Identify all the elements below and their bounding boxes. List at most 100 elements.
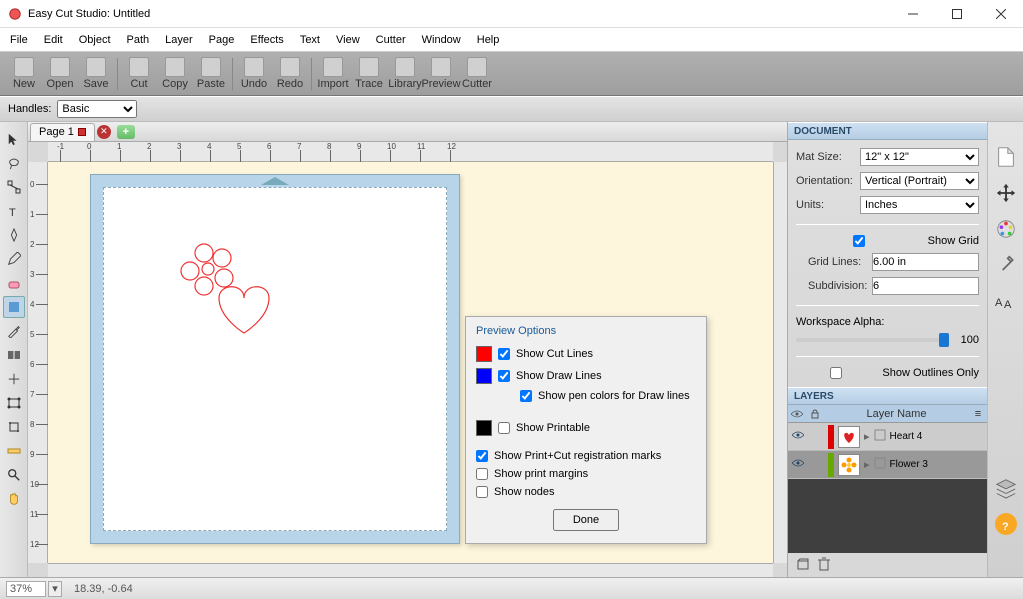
menu-page[interactable]: Page: [201, 28, 243, 51]
show-draw-lines-checkbox[interactable]: [498, 370, 510, 382]
menu-object[interactable]: Object: [71, 28, 119, 51]
subdivision-input[interactable]: [872, 277, 979, 295]
show-draw-lines-label: Show Draw Lines: [516, 370, 602, 382]
document-tab-icon[interactable]: [993, 144, 1019, 170]
toolbar-save-button[interactable]: Save: [78, 54, 114, 94]
maximize-button[interactable]: [935, 0, 979, 28]
layer-type-icon: [874, 429, 886, 444]
ruler-tool[interactable]: [3, 440, 25, 462]
menu-layer[interactable]: Layer: [157, 28, 201, 51]
settings-tab-icon[interactable]: [993, 252, 1019, 278]
show-cut-lines-checkbox[interactable]: [498, 348, 510, 360]
show-grid-checkbox[interactable]: [796, 235, 922, 247]
toolbar-undo-button[interactable]: Undo: [236, 54, 272, 94]
minimize-button[interactable]: [891, 0, 935, 28]
layer-menu-icon[interactable]: ≡: [969, 408, 987, 420]
move-tab-icon[interactable]: [993, 180, 1019, 206]
toolbar-trace-button[interactable]: Trace: [351, 54, 387, 94]
handles-select[interactable]: Basic: [57, 100, 137, 118]
layers-panel-header[interactable]: LAYERS: [788, 387, 987, 405]
add-tab-button[interactable]: +: [117, 125, 135, 139]
toolbar-open-button[interactable]: Open: [42, 54, 78, 94]
menu-cutter[interactable]: Cutter: [368, 28, 414, 51]
horizontal-scrollbar[interactable]: [48, 563, 773, 577]
toolbar-preview-button[interactable]: Preview: [423, 54, 459, 94]
layer-row[interactable]: ▸ Flower 3: [788, 451, 987, 479]
reg-marks-checkbox[interactable]: [476, 450, 488, 462]
layers-tab-icon[interactable]: [993, 475, 1019, 501]
toolbar-library-button[interactable]: Library: [387, 54, 423, 94]
toolbar-cutter-button[interactable]: Cutter: [459, 54, 495, 94]
layer-expand-icon[interactable]: ▸: [864, 430, 870, 443]
close-tab-button[interactable]: ✕: [97, 125, 111, 139]
menu-window[interactable]: Window: [414, 28, 469, 51]
pen-tool[interactable]: [3, 224, 25, 246]
titlebar: Easy Cut Studio: Untitled: [0, 0, 1023, 28]
layer-thumbnail: [838, 454, 860, 476]
orientation-label: Orientation:: [796, 175, 854, 187]
svg-text:A: A: [995, 297, 1003, 309]
grid-lines-input[interactable]: [872, 253, 979, 271]
canvas-drawing[interactable]: [174, 238, 294, 348]
toolbar-copy-button[interactable]: Copy: [157, 54, 193, 94]
document-panel-header[interactable]: DOCUMENT: [788, 122, 987, 140]
eraser-tool[interactable]: [3, 272, 25, 294]
color-tab-icon[interactable]: [993, 216, 1019, 242]
cutting-mat: [90, 174, 460, 544]
toolbar-paste-button[interactable]: Paste: [193, 54, 229, 94]
page-tab[interactable]: Page 1: [30, 123, 95, 141]
shape-tool[interactable]: [3, 296, 25, 318]
menu-text[interactable]: Text: [292, 28, 328, 51]
pen-colors-checkbox[interactable]: [520, 390, 532, 402]
help-tab-icon[interactable]: ?: [993, 511, 1019, 537]
show-grid-label: Show Grid: [928, 235, 979, 247]
crop-tool[interactable]: [3, 416, 25, 438]
show-outlines-checkbox[interactable]: [796, 367, 876, 379]
grid-lines-label: Grid Lines:: [808, 256, 866, 268]
zoom-value[interactable]: 37%: [6, 581, 46, 597]
pencil-tool[interactable]: [3, 248, 25, 270]
hand-tool[interactable]: [3, 488, 25, 510]
vertical-scrollbar[interactable]: [773, 162, 787, 563]
show-printable-checkbox[interactable]: [498, 422, 510, 434]
mat-size-select[interactable]: 12" x 12": [860, 148, 979, 166]
toolbar-redo-button[interactable]: Redo: [272, 54, 308, 94]
menu-path[interactable]: Path: [119, 28, 158, 51]
print-margins-checkbox[interactable]: [476, 468, 488, 480]
units-select[interactable]: Inches: [860, 196, 979, 214]
layer-visibility-icon[interactable]: [792, 430, 806, 443]
layer-expand-icon[interactable]: ▸: [864, 458, 870, 471]
workspace-alpha-slider[interactable]: [796, 338, 949, 342]
node-tool[interactable]: [3, 176, 25, 198]
handles-label: Handles:: [8, 103, 51, 115]
show-nodes-checkbox[interactable]: [476, 486, 488, 498]
gradient-tool[interactable]: [3, 344, 25, 366]
menu-effects[interactable]: Effects: [242, 28, 291, 51]
eyedropper-tool[interactable]: [3, 320, 25, 342]
text-tab-icon[interactable]: AA: [993, 288, 1019, 314]
delete-layer-button[interactable]: [818, 557, 830, 574]
menu-edit[interactable]: Edit: [36, 28, 71, 51]
toolbar-import-button[interactable]: Import: [315, 54, 351, 94]
orientation-select[interactable]: Vertical (Portrait): [860, 172, 979, 190]
preview-options-dialog: Preview Options Show Cut Lines Show Draw…: [465, 316, 707, 544]
knife-tool[interactable]: [3, 368, 25, 390]
distort-tool[interactable]: [3, 392, 25, 414]
text-tool[interactable]: T: [3, 200, 25, 222]
layer-row[interactable]: ▸ Heart 4: [788, 423, 987, 451]
toolbar-new-button[interactable]: New: [6, 54, 42, 94]
toolbar-cut-button[interactable]: Cut: [121, 54, 157, 94]
close-button[interactable]: [979, 0, 1023, 28]
new-layer-button[interactable]: [796, 557, 810, 574]
show-nodes-label: Show nodes: [494, 486, 555, 498]
layer-visibility-icon[interactable]: [792, 458, 806, 471]
zoom-tool[interactable]: [3, 464, 25, 486]
menu-file[interactable]: File: [2, 28, 36, 51]
menu-view[interactable]: View: [328, 28, 368, 51]
page-tab-label: Page 1: [39, 126, 74, 138]
zoom-dropdown-icon[interactable]: ▾: [48, 581, 62, 597]
lasso-tool[interactable]: [3, 152, 25, 174]
menu-help[interactable]: Help: [469, 28, 508, 51]
select-tool[interactable]: [3, 128, 25, 150]
done-button[interactable]: Done: [553, 509, 619, 531]
